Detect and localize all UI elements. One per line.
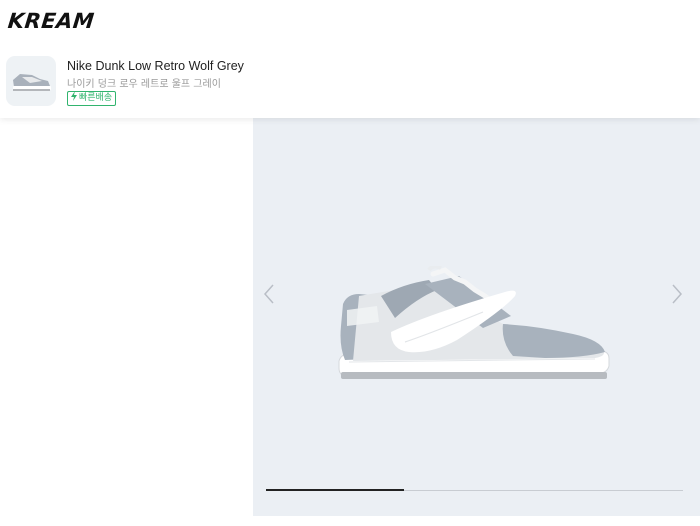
product-name: Nike Dunk Low Retro Wolf Grey bbox=[67, 59, 244, 73]
header: KREAM Nike Dunk Low Retro Wolf Grey 나이키 … bbox=[0, 0, 700, 118]
chevron-left-icon[interactable] bbox=[263, 283, 275, 310]
badge-label: 빠른배송 bbox=[79, 93, 113, 103]
product-name-korean: 나이키 덩크 로우 레트로 울프 그레이 bbox=[67, 79, 221, 90]
product-image-gallery[interactable] bbox=[253, 118, 700, 516]
chevron-right-icon[interactable] bbox=[671, 283, 683, 310]
kream-logo[interactable]: KREAM bbox=[7, 9, 96, 33]
lightning-icon bbox=[70, 91, 78, 106]
product-summary[interactable]: Nike Dunk Low Retro Wolf Grey 나이키 덩크 로우 … bbox=[6, 56, 406, 108]
product-thumbnail bbox=[6, 56, 56, 106]
slide-progress-bar bbox=[266, 489, 683, 491]
fast-delivery-badge: 빠른배송 bbox=[67, 91, 117, 106]
slide-progress-fill bbox=[266, 489, 404, 491]
product-image bbox=[333, 264, 618, 393]
